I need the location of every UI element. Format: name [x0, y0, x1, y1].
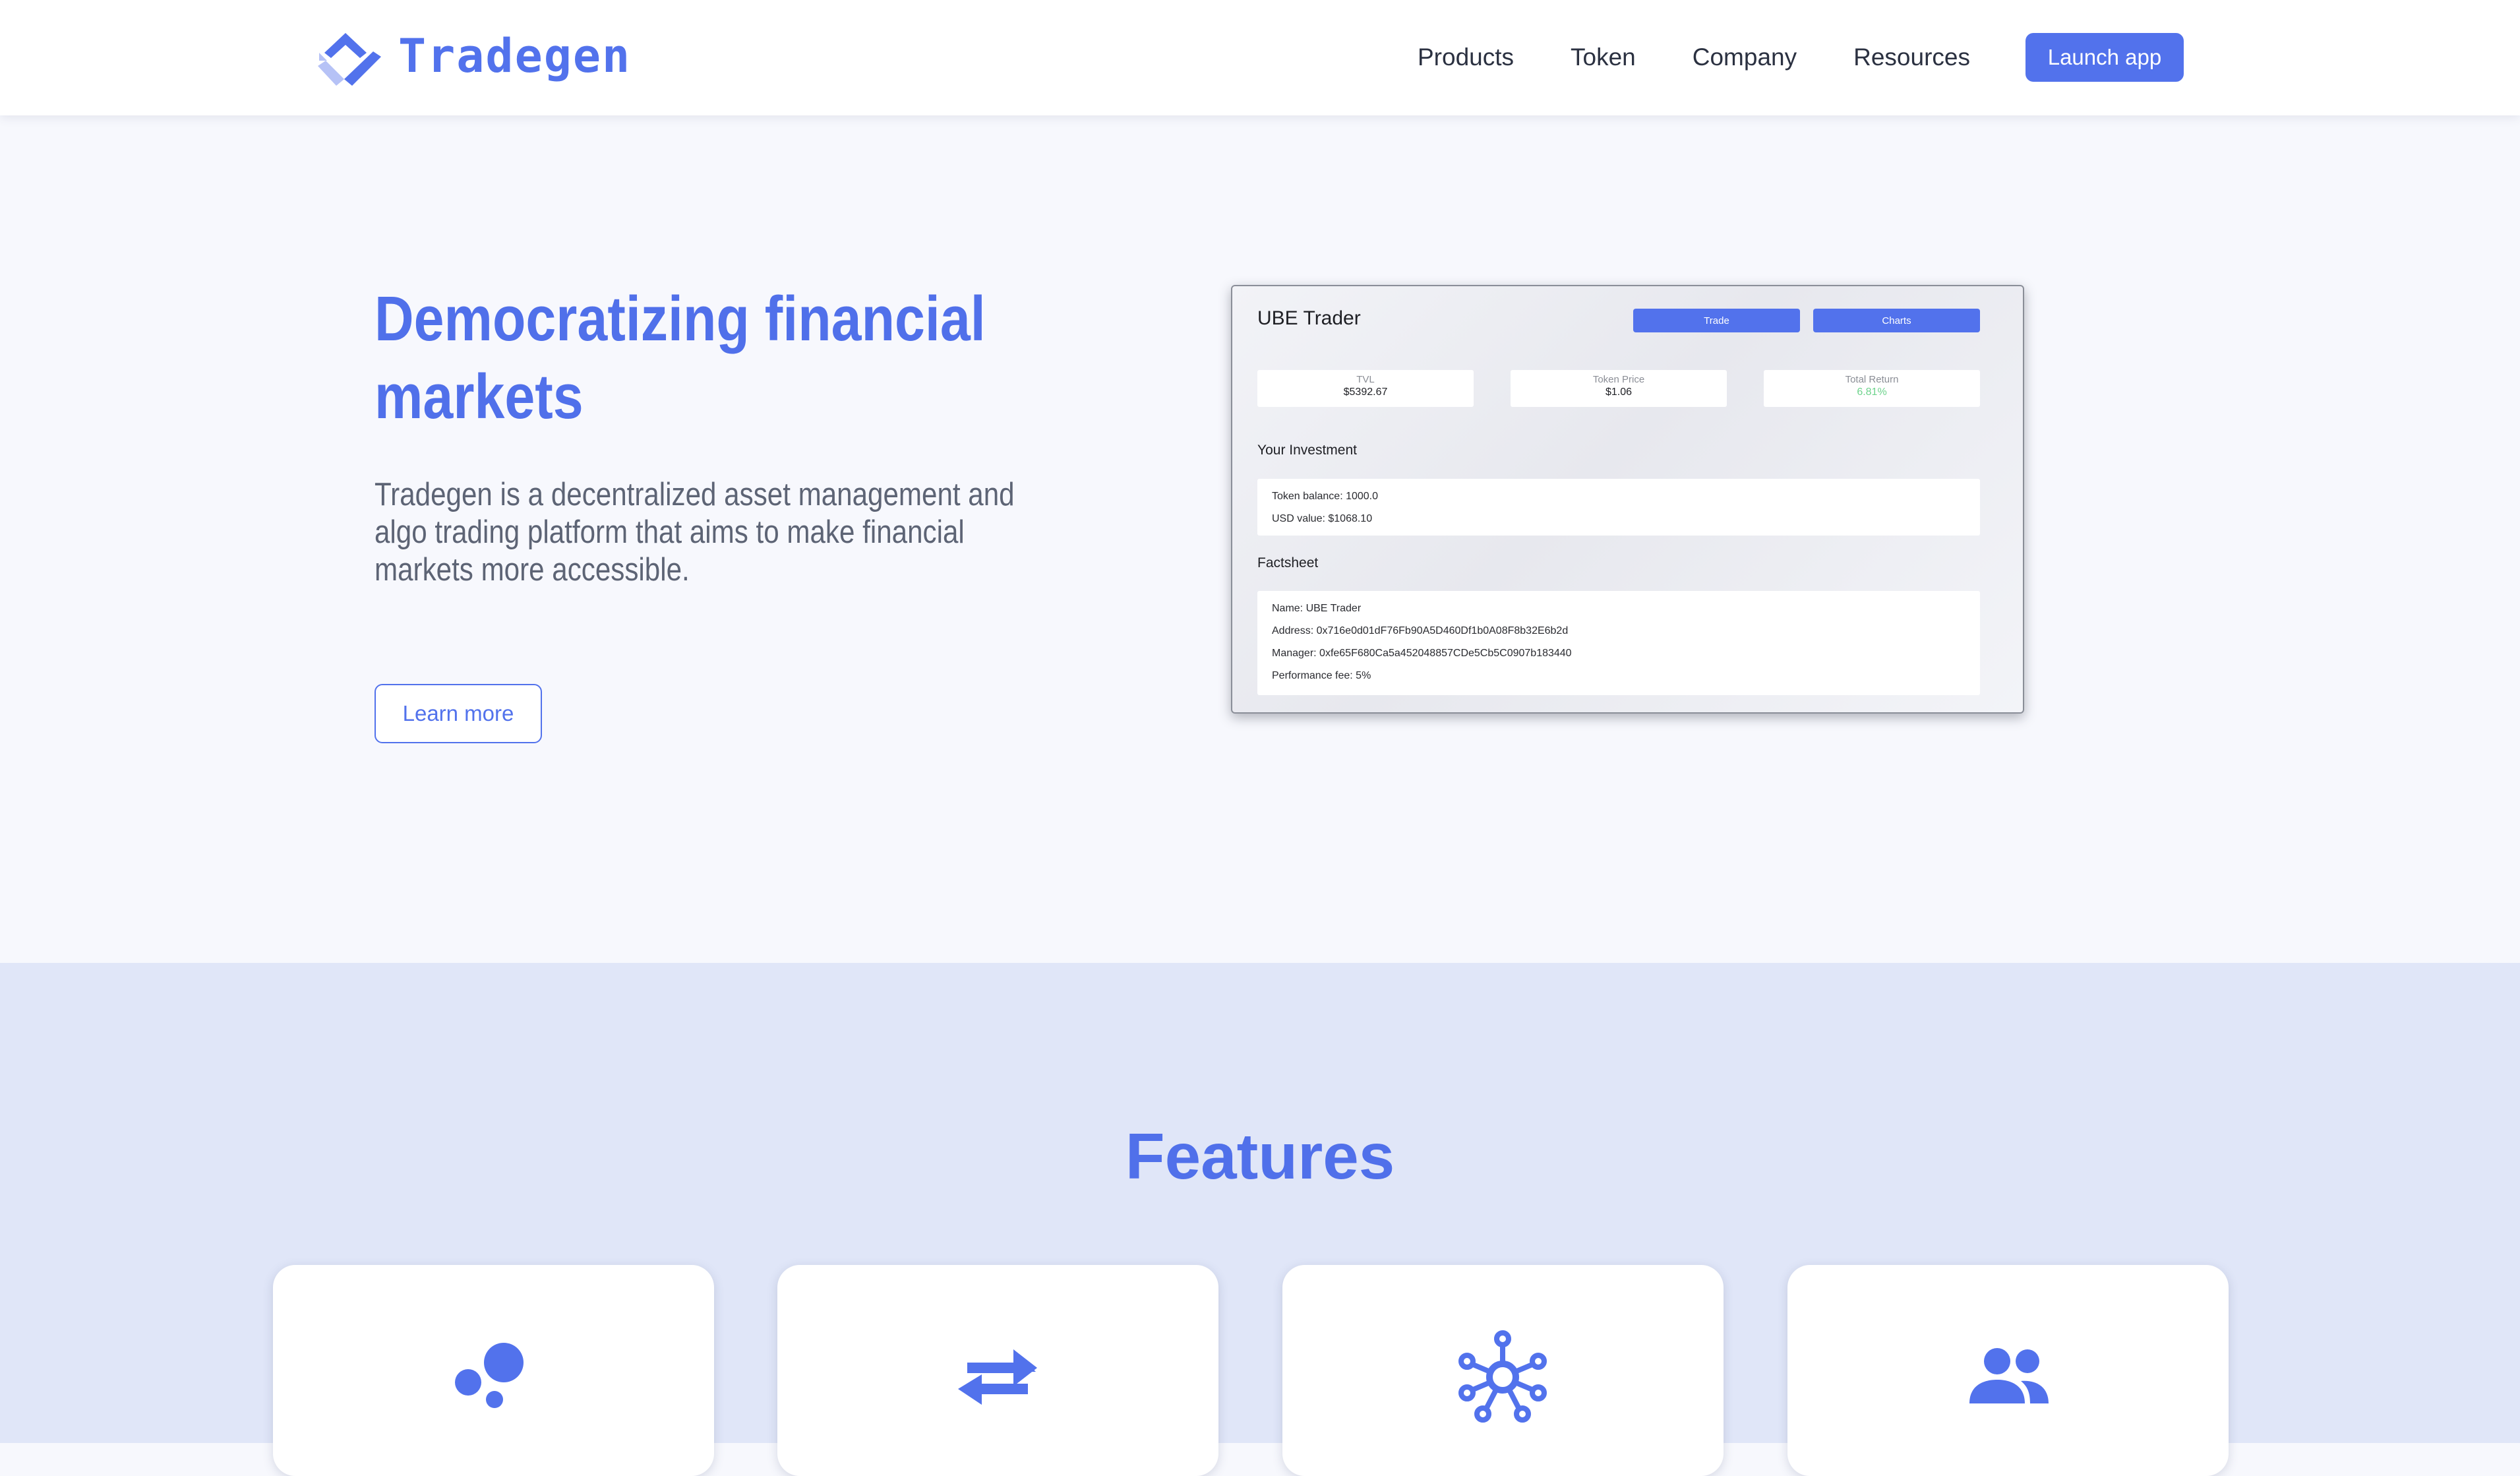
- preview-investment-line: USD value: $1068.10: [1272, 513, 1373, 524]
- stat-label: Token Price: [1592, 374, 1645, 385]
- preview-stat-total-return: Total Return 6.81%: [1764, 370, 1980, 407]
- preview-factsheet-heading: Factsheet: [1257, 555, 1319, 570]
- bubbles-icon: [455, 1343, 524, 1408]
- preview-factsheet-line: Manager: 0xfe65F680Ca5a452048857CDe5Cb5C…: [1272, 648, 1572, 659]
- features-section: Features: [0, 963, 2520, 1476]
- preview-investment-box: Token balance: 1000.0 USD value: $1068.1…: [1257, 479, 1980, 536]
- site-header: Tradegen Products Token Company Resource…: [0, 0, 2520, 115]
- preview-investment-heading: Your Investment: [1257, 443, 1357, 458]
- hero-title-line2: markets: [375, 361, 584, 432]
- stat-value: $1.06: [1605, 386, 1633, 398]
- feature-card: [1282, 1265, 1724, 1476]
- nav-products[interactable]: Products: [1418, 44, 1514, 71]
- preview-factsheet-box: Name: UBE Trader Address: 0x716e0d01dF76…: [1257, 591, 1980, 695]
- feature-card: [777, 1265, 1218, 1476]
- hero-description: Tradegen is a decentralized asset manage…: [375, 477, 1015, 588]
- preview-factsheet-line: Address: 0x716e0d01dF76Fb90A5D460Df1b0A0…: [1272, 625, 1569, 636]
- preview-factsheet-line: Name: UBE Trader: [1272, 603, 1362, 614]
- stat-value: 6.81%: [1857, 386, 1887, 398]
- hero-title-line1: Democratizing financial: [375, 284, 986, 354]
- hero-section: Democratizing financial markets Tradegen…: [0, 115, 2520, 963]
- app-preview-screenshot: UBE Trader Trade Charts TVL $5392.67 Tok…: [1231, 285, 2024, 714]
- features-title: Features: [1125, 1120, 1395, 1192]
- users-group-icon: [1969, 1348, 2049, 1403]
- nav-resources[interactable]: Resources: [1853, 44, 1970, 71]
- nav-company[interactable]: Company: [1693, 44, 1797, 71]
- swap-arrows-icon: [958, 1349, 1037, 1405]
- preview-stat-tvl: TVL $5392.67: [1257, 370, 1474, 407]
- launch-app-button[interactable]: Launch app: [2025, 33, 2184, 82]
- network-hub-icon: [1458, 1330, 1547, 1423]
- learn-more-button[interactable]: Learn more: [375, 684, 542, 743]
- preview-factsheet-line: Performance fee: 5%: [1272, 670, 1371, 681]
- stat-label: Total Return: [1845, 374, 1899, 385]
- preview-title: UBE Trader: [1257, 307, 1361, 329]
- nav-token[interactable]: Token: [1571, 44, 1636, 71]
- preview-trade-button: Trade: [1633, 309, 1800, 332]
- logo[interactable]: Tradegen: [313, 26, 631, 86]
- stat-label: TVL: [1356, 374, 1375, 385]
- preview-charts-button: Charts: [1813, 309, 1980, 332]
- logo-icon: [318, 33, 381, 86]
- feature-card: [273, 1265, 714, 1476]
- preview-investment-line: Token balance: 1000.0: [1272, 491, 1379, 502]
- preview-stat-token-price: Token Price $1.06: [1511, 370, 1727, 407]
- stat-value: $5392.67: [1343, 386, 1388, 398]
- hero-title: Democratizing financial markets: [375, 280, 1027, 436]
- main-nav: Products Token Company Resources Launch …: [1418, 33, 2184, 82]
- feature-card: [1787, 1265, 2229, 1476]
- logo-text: Tradegen: [398, 29, 632, 83]
